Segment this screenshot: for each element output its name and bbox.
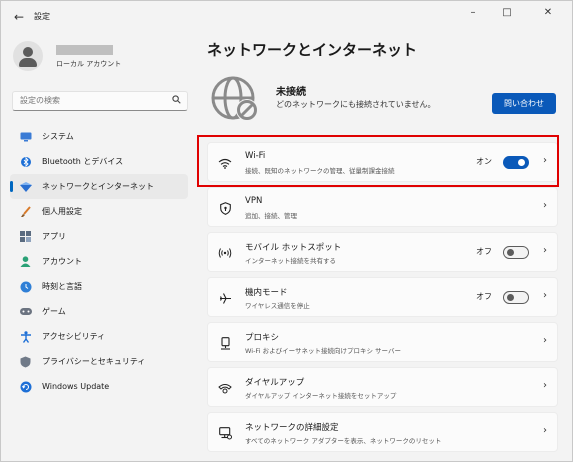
airplane-icon [217,290,233,306]
advanced-network-icon [217,425,233,441]
sidebar-item-label: アプリ [42,232,66,241]
apps-icon [19,230,32,243]
status-title: 未接続 [276,87,306,98]
wifi-toggle[interactable] [503,156,529,169]
sidebar-item-system[interactable]: システム [10,124,188,149]
maximize-button[interactable]: □ [496,5,518,21]
hotspot-icon [217,245,233,261]
dialup-card[interactable]: ダイヤルアップ ダイヤルアップ インターネット接続をセットアップ › [207,367,558,407]
toggle-state-label: オン [476,157,492,166]
card-title: Wi-Fi [245,151,266,161]
hotspot-toggle[interactable] [503,246,529,259]
bluetooth-icon [19,155,32,168]
card-subtitle: ワイヤレス通信を停止 [245,302,310,310]
back-arrow-icon[interactable]: ← [11,9,27,25]
selection-indicator [10,181,13,192]
sidebar-item-apps[interactable]: アプリ [10,224,188,249]
sidebar-item-label: Bluetooth とデバイス [42,157,124,166]
sidebar-item-time-language[interactable]: 時刻と言語 [10,274,188,299]
windows-update-icon [19,380,32,393]
chevron-right-icon: › [543,245,547,256]
accessibility-icon [19,330,32,343]
card-title: モバイル ホットスポット [245,243,342,253]
wifi-icon [217,155,233,171]
profile-name-redacted [56,45,113,55]
settings-search-box[interactable] [12,91,188,111]
chevron-right-icon: › [543,155,547,166]
card-title: 機内モード [245,288,288,298]
sidebar-item-personalization[interactable]: 個人用設定 [10,199,188,224]
card-title: VPN [245,196,263,206]
airplane-mode-card[interactable]: 機内モード ワイヤレス通信を停止 オフ › [207,277,558,317]
privacy-icon [19,355,32,368]
dialup-icon [217,380,233,396]
airplane-mode-toggle[interactable] [503,291,529,304]
status-description: どのネットワークにも接続されていません。 [276,100,436,109]
contact-support-button[interactable]: 問い合わせ [492,93,556,114]
chevron-right-icon: › [543,290,547,301]
search-icon [172,95,181,107]
sidebar-item-label: Windows Update [42,382,110,391]
wifi-card[interactable]: Wi-Fi 接続、既知のネットワークの管理、従量制課金接続 オン › [207,142,558,182]
network-icon [19,180,32,193]
card-subtitle: インターネット接続を共有する [245,257,336,265]
vpn-shield-icon [217,200,233,216]
card-title: ダイヤルアップ [245,378,305,388]
chevron-right-icon: › [543,425,547,436]
sidebar-nav: システム Bluetooth とデバイス ネットワークとインターネット 個人用設… [10,124,188,399]
chevron-right-icon: › [543,380,547,391]
search-input[interactable] [20,96,170,105]
card-subtitle: Wi-Fi およびイーサネット接続向けプロキシ サーバー [245,347,401,355]
chevron-right-icon: › [543,335,547,346]
avatar [13,41,43,71]
sidebar-item-privacy[interactable]: プライバシーとセキュリティ [10,349,188,374]
sidebar-item-label: ネットワークとインターネット [42,182,154,191]
sidebar-item-label: 時刻と言語 [42,282,82,291]
minimize-button[interactable]: – [462,5,484,21]
sidebar-item-accounts[interactable]: アカウント [10,249,188,274]
profile-account-type: ローカル アカウント [56,60,122,68]
sidebar-item-label: アカウント [42,257,82,266]
sidebar-item-windows-update[interactable]: Windows Update [10,374,188,399]
sidebar-item-label: 個人用設定 [42,207,82,216]
vpn-card[interactable]: VPN 追加、接続、管理 › [207,187,558,227]
sidebar-item-label: システム [42,132,74,141]
toggle-state-label: オフ [476,292,492,301]
sidebar-item-label: プライバシーとセキュリティ [42,357,146,366]
title-bar: ← 設定 – □ ✕ [1,1,572,33]
sidebar-item-accessibility[interactable]: アクセシビリティ [10,324,188,349]
page-title: ネットワークとインターネット [207,41,418,59]
mobile-hotspot-card[interactable]: モバイル ホットスポット インターネット接続を共有する オフ › [207,232,558,272]
toggle-state-label: オフ [476,247,492,256]
sidebar-item-gaming[interactable]: ゲーム [10,299,188,324]
globe-disconnected-icon [211,76,261,124]
system-icon [19,130,32,143]
card-subtitle: ダイヤルアップ インターネット接続をセットアップ [245,392,397,400]
proxy-card[interactable]: プロキシ Wi-Fi およびイーサネット接続向けプロキシ サーバー › [207,322,558,362]
settings-window: ← 設定 – □ ✕ ローカル アカウント システム [0,0,573,462]
account-icon [19,255,32,268]
app-title: 設定 [34,12,50,21]
sidebar-item-label: ゲーム [42,307,66,316]
advanced-network-card[interactable]: ネットワークの詳細設定 すべてのネットワーク アダプターを表示、ネットワークのリ… [207,412,558,452]
close-button[interactable]: ✕ [537,5,559,21]
connection-status: 未接続 どのネットワークにも接続されていません。 問い合わせ [207,74,557,124]
sidebar-item-network[interactable]: ネットワークとインターネット [10,174,188,199]
gaming-icon [19,305,32,318]
sidebar-item-bluetooth[interactable]: Bluetooth とデバイス [10,149,188,174]
time-language-icon [19,280,32,293]
settings-cards: Wi-Fi 接続、既知のネットワークの管理、従量制課金接続 オン › VPN 追… [207,142,558,457]
chevron-right-icon: › [543,200,547,211]
card-subtitle: 追加、接続、管理 [245,212,297,220]
card-title: プロキシ [245,333,280,343]
personalization-icon [19,205,32,218]
card-title: ネットワークの詳細設定 [245,423,339,433]
card-subtitle: すべてのネットワーク アダプターを表示、ネットワークのリセット [245,437,442,445]
proxy-icon [217,335,233,351]
sidebar-item-label: アクセシビリティ [42,332,106,341]
card-subtitle: 接続、既知のネットワークの管理、従量制課金接続 [245,167,395,175]
